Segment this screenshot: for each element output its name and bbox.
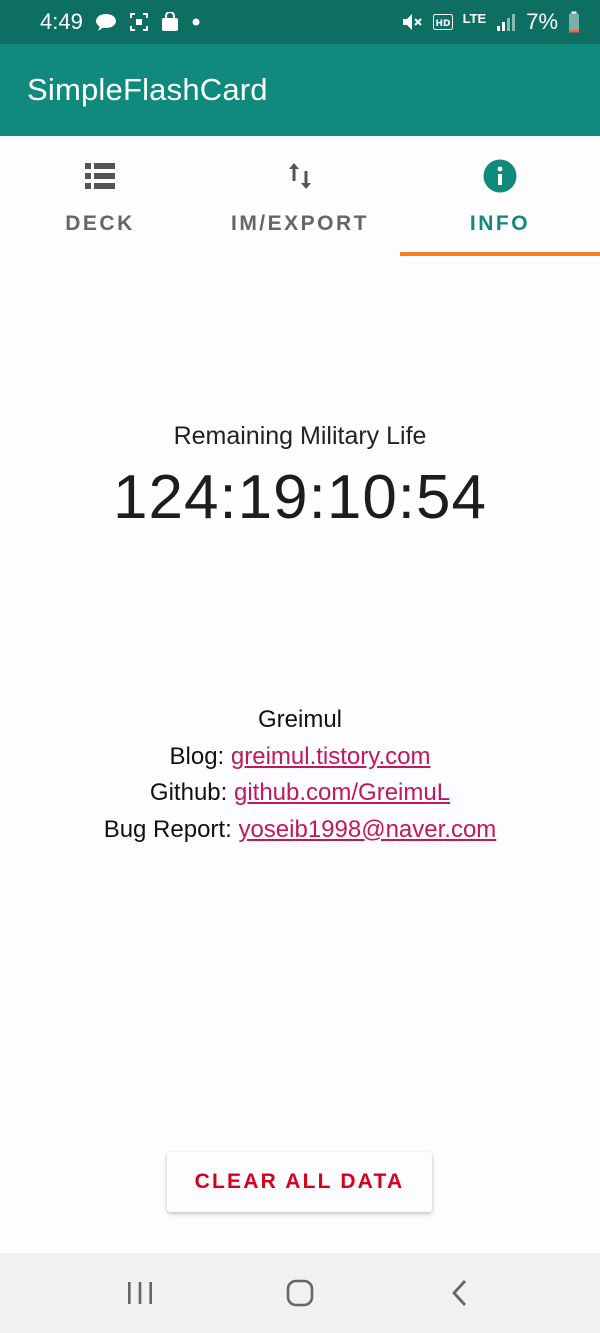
battery-icon — [568, 11, 580, 33]
network-type: LTE — [462, 10, 487, 26]
status-right: HD LTE 7% — [401, 9, 580, 35]
system-nav-bar — [0, 1253, 600, 1333]
hd-icon: HD — [432, 13, 453, 31]
swap-vertical-icon — [282, 158, 318, 194]
back-button[interactable] — [430, 1263, 490, 1323]
mute-icon — [401, 12, 423, 32]
github-row: Github: github.com/GreimuL — [0, 775, 600, 812]
tab-info-label: INFO — [469, 212, 531, 235]
blog-row: Blog: greimul.tistory.com — [0, 739, 600, 776]
recent-apps-button[interactable] — [110, 1263, 170, 1323]
app-title: SimpleFlashCard — [27, 72, 268, 107]
tab-deck-label: DECK — [65, 212, 135, 235]
screenshot-icon — [129, 12, 149, 32]
back-icon — [452, 1280, 467, 1306]
github-link[interactable]: github.com/GreimuL — [234, 779, 450, 806]
app-bar: SimpleFlashCard — [0, 44, 600, 136]
bug-report-link[interactable]: yoseib1998@naver.com — [238, 816, 496, 843]
author-name: Greimul — [257, 706, 342, 733]
blog-link[interactable]: greimul.tistory.com — [231, 743, 431, 770]
military-life-label: Remaining Military Life — [173, 422, 427, 450]
tab-info[interactable]: INFO — [400, 136, 600, 256]
status-bar: 4:49 HD LTE 7% — [0, 0, 600, 44]
github-label: Github: — [149, 779, 228, 806]
tab-im-export[interactable]: IM/EXPORT — [200, 136, 400, 256]
bug-report-row: Bug Report: yoseib1998@naver.com — [0, 812, 600, 849]
home-icon — [286, 1279, 314, 1307]
bug-report-label: Bug Report: — [103, 815, 232, 843]
speech-bubble-icon — [95, 13, 117, 31]
home-button[interactable] — [270, 1263, 330, 1323]
clear-all-data-button[interactable]: CLEAR ALL DATA — [167, 1152, 432, 1212]
active-tab-indicator — [400, 252, 600, 256]
status-left: 4:49 — [40, 9, 401, 35]
svg-text:HD: HD — [435, 19, 450, 29]
countdown-timer: 124:19:10:54 — [112, 463, 487, 532]
info-icon — [482, 158, 518, 194]
blog-label: Blog: — [169, 742, 225, 770]
tab-bar: DECK IM/EXPORT INFO — [0, 136, 600, 256]
dot-icon — [191, 17, 201, 27]
tab-im-export-label: IM/EXPORT — [230, 212, 369, 235]
list-icon — [82, 158, 118, 194]
recent-apps-icon — [128, 1282, 152, 1304]
shopping-bag-icon — [161, 12, 179, 32]
author-info: Greimul Blog: greimul.tistory.com Github… — [0, 702, 600, 848]
signal-icon — [496, 12, 516, 32]
status-time: 4:49 — [40, 9, 83, 34]
battery-percent: 7% — [526, 9, 558, 34]
tab-deck[interactable]: DECK — [0, 136, 200, 256]
